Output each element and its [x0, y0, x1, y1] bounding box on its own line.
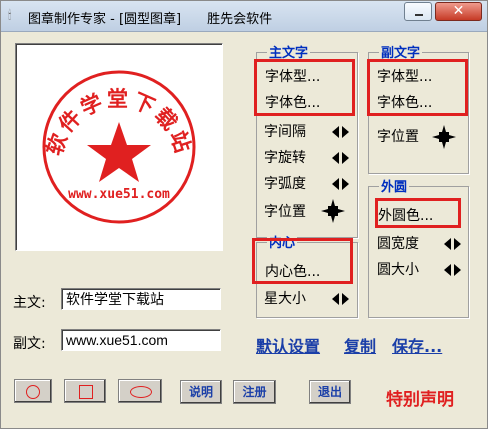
close-button[interactable]: ✕: [435, 2, 482, 21]
help-button[interactable]: 说明: [180, 380, 222, 404]
copy-link[interactable]: 复制: [344, 333, 376, 357]
highlight-main-font: [254, 59, 355, 116]
main-rotation-label: 字旋转: [264, 150, 306, 166]
seal-star-icon: [87, 122, 151, 182]
outer-width-stepper[interactable]: [444, 235, 462, 253]
square-shape-button[interactable]: [64, 379, 106, 403]
main-spacing-stepper[interactable]: [332, 123, 350, 141]
register-button[interactable]: 注册: [233, 380, 276, 404]
main-arc-stepper[interactable]: [332, 175, 350, 193]
seal-preview: 软件学堂下载站 www.xue51.com: [15, 43, 223, 251]
main-rotation-stepper[interactable]: [332, 149, 350, 167]
exit-button[interactable]: 退出: [309, 380, 351, 404]
outer-group-title: 外圆: [379, 176, 410, 195]
ellipse-shape-button[interactable]: [118, 379, 162, 403]
circle-icon: [26, 385, 40, 399]
app-icon: 🕯: [8, 8, 12, 22]
outer-size-label: 圆大小: [377, 262, 419, 278]
sub-text-input[interactable]: www.xue51.com: [61, 329, 221, 351]
square-icon: [79, 385, 93, 399]
star-size-stepper[interactable]: [332, 290, 350, 308]
main-arc-label: 字弧度: [264, 176, 306, 192]
main-text-input[interactable]: 软件学堂下载站: [61, 288, 221, 310]
sub-position-label: 字位置: [377, 129, 419, 145]
sub-text-label: 副文:: [13, 336, 46, 352]
sub-position-cross-icon[interactable]: [431, 124, 457, 150]
main-spacing-label: 字间隔: [264, 124, 306, 140]
outer-width-label: 圆宽度: [377, 236, 419, 252]
minimize-button[interactable]: [404, 2, 432, 21]
seal-graphic: 软件学堂下载站 www.xue51.com: [41, 70, 196, 224]
outer-size-stepper[interactable]: [444, 261, 462, 279]
title-bar[interactable]: 🕯 图章制作专家 - [圆型图章] 胜先会软件 ✕: [1, 1, 487, 32]
special-notice-link[interactable]: 特别声明: [386, 385, 454, 410]
main-text-label: 主文:: [13, 295, 46, 311]
default-settings-link[interactable]: 默认设置: [256, 333, 320, 357]
star-size-label: 星大小: [264, 291, 306, 307]
main-position-cross-icon[interactable]: [320, 198, 346, 224]
seal-sub-text: www.xue51.com: [68, 187, 170, 202]
app-window: 🕯 图章制作专家 - [圆型图章] 胜先会软件 ✕ 软件学堂下载站 www.xu…: [0, 0, 488, 429]
highlight-inner-color: [252, 238, 353, 284]
window-title: 图章制作专家 - [圆型图章] 胜先会软件: [28, 12, 273, 27]
main-panel: 软件学堂下载站 www.xue51.com 主文: 软件学堂下载站 副文: ww…: [1, 32, 487, 428]
highlight-sub-font: [367, 59, 468, 116]
highlight-outer-color: [375, 198, 461, 228]
save-link[interactable]: 保存...: [392, 333, 442, 357]
ellipse-icon: [130, 386, 152, 398]
main-position-label: 字位置: [264, 204, 306, 220]
circle-shape-button[interactable]: [14, 379, 52, 403]
